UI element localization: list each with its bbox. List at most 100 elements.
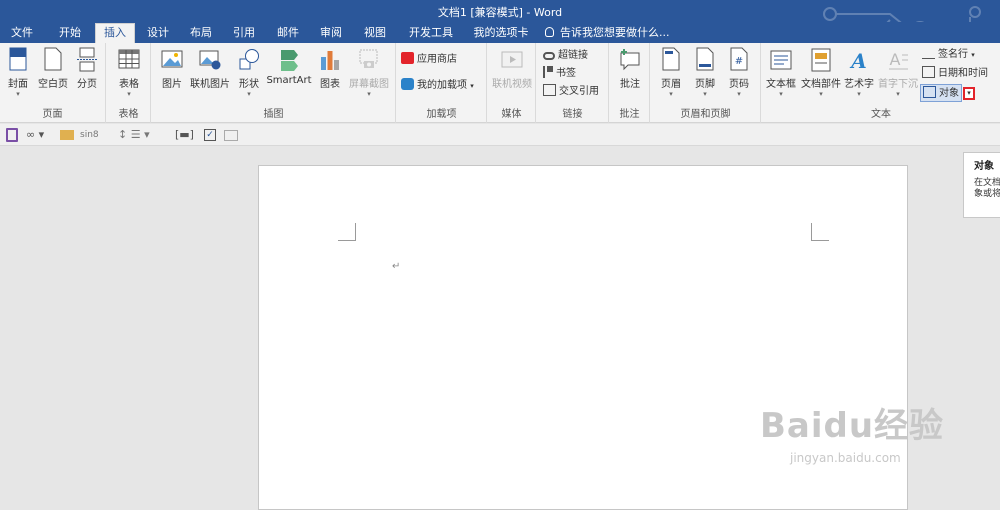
object-dropdown-button[interactable]: ▾ — [963, 87, 975, 100]
flag-icon — [543, 66, 553, 78]
online-picture-icon — [199, 50, 221, 70]
group-tables: 表格 ▾ 表格 — [107, 43, 151, 123]
group-links-label: 链接 — [562, 109, 583, 120]
tab-my-tab[interactable]: 我的选项卡 — [468, 24, 534, 43]
tab-references[interactable]: 引用 — [226, 24, 262, 43]
store-icon — [401, 52, 414, 64]
textbox-button[interactable]: 文本框 ▾ — [764, 47, 798, 103]
tooltip-body: 在文档中插入对象或将文本。 — [974, 178, 1000, 199]
title-bar: 文档1 [兼容模式] - Word — [0, 0, 1000, 41]
table-icon — [118, 49, 140, 69]
tab-design[interactable]: 设计 — [140, 24, 176, 43]
line-spacing-icon[interactable]: ↕ ☰ ▾ — [118, 128, 150, 142]
watermark-main: Baidu经验 — [760, 406, 945, 446]
watermark-sub: jingyan.baidu.com — [790, 451, 901, 465]
online-picture-button[interactable]: 联机图片 — [188, 47, 232, 103]
smartart-button[interactable]: SmartArt — [266, 47, 312, 103]
screenshot-label: 屏幕截图 — [349, 79, 389, 90]
page-break-button[interactable]: 分页 — [72, 47, 102, 103]
drop-cap-label: 首字下沉 — [878, 79, 918, 90]
group-text: 文本框 ▾ 文档部件 ▾ A 艺术字 ▾ A 首字下沉 ▾ 签名行 ▾ 日期和时间 对象… — [762, 43, 1000, 123]
cover-page-button[interactable]: 封面 ▾ — [4, 47, 32, 103]
group-addins: 应用商店 我的加载项 ▾ 加载项 — [397, 43, 487, 123]
tab-insert[interactable]: 插入 — [95, 23, 135, 43]
tab-developer[interactable]: 开发工具 — [402, 24, 460, 43]
my-addins-label: 我的加载项 — [417, 80, 467, 91]
signature-icon — [922, 47, 935, 59]
quick-parts-button[interactable]: 文档部件 ▾ — [800, 47, 842, 103]
page-number-button[interactable]: # 页码 ▾ — [723, 47, 755, 103]
date-time-button[interactable]: 日期和时间 — [922, 65, 988, 83]
header-button[interactable]: 页眉 ▾ — [655, 47, 687, 103]
smartart-icon — [281, 50, 298, 71]
page-break-label: 分页 — [77, 79, 97, 90]
cover-page-icon — [9, 47, 27, 71]
group-header-footer: 页眉 ▾ 页脚 ▾ # 页码 ▾ 页眉和页脚 — [651, 43, 761, 123]
wordart-button[interactable]: A 艺术字 ▾ — [842, 47, 876, 103]
online-video-button[interactable]: 联机视频 — [490, 47, 534, 103]
comment-label: 批注 — [620, 79, 640, 90]
svg-text:#: # — [735, 56, 743, 67]
drop-cap-icon: A — [889, 50, 908, 70]
chart-button[interactable]: 图表 — [314, 47, 346, 103]
textbox-label: 文本框 — [766, 79, 796, 90]
table-label: 表格 — [119, 79, 139, 90]
tab-review[interactable]: 审阅 — [313, 24, 349, 43]
shapes-label: 形状 — [239, 79, 259, 90]
online-video-label: 联机视频 — [492, 79, 532, 90]
crop-mark-left — [338, 223, 356, 241]
object-tooltip: 对象 在文档中插入对象或将文本。 — [963, 152, 1000, 218]
shapes-button[interactable]: 形状 ▾ — [234, 47, 264, 103]
date-time-label: 日期和时间 — [938, 68, 988, 79]
signature-line-button[interactable]: 签名行 ▾ — [922, 46, 975, 64]
blank-page-label: 空白页 — [38, 79, 68, 90]
store-label: 应用商店 — [417, 54, 457, 65]
comment-button[interactable]: 批注 — [614, 47, 646, 103]
group-illustrations-label: 插图 — [263, 109, 284, 120]
wordart-icon: A — [849, 49, 867, 73]
tab-home[interactable]: 开始 — [50, 24, 90, 43]
group-links: 超链接 书签 交叉引用 链接 — [537, 43, 609, 123]
bookmark-button[interactable]: 书签 — [543, 65, 576, 83]
footer-icon — [696, 47, 714, 71]
textbox-icon — [770, 50, 792, 70]
group-illustrations: 图片 联机图片 形状 ▾ SmartArt 图表 屏幕截图 ▾ 插图 — [152, 43, 396, 123]
puzzle-icon — [401, 78, 414, 90]
smartart-label: SmartArt — [266, 75, 312, 86]
my-addins-button[interactable]: 我的加载项 ▾ — [401, 77, 474, 95]
tell-me-search[interactable]: 告诉我您想要做什么... — [545, 25, 670, 41]
hyperlink-button[interactable]: 超链接 — [543, 47, 588, 65]
tab-view[interactable]: 视图 — [357, 24, 393, 43]
tab-mailings[interactable]: 邮件 — [270, 24, 306, 43]
hyperlink-label: 超链接 — [558, 50, 588, 61]
checkbox-icon[interactable]: ✓ — [204, 129, 216, 141]
group-comments-label: 批注 — [619, 109, 640, 120]
brackets-icon[interactable]: [▬] — [175, 128, 194, 142]
image-icon[interactable] — [224, 130, 238, 141]
quick-parts-label: 文档部件 — [801, 79, 841, 90]
link-icon — [543, 52, 555, 60]
blank-page-button[interactable]: 空白页 — [36, 47, 70, 103]
cross-reference-button[interactable]: 交叉引用 — [543, 83, 599, 101]
save-icon[interactable] — [6, 128, 18, 142]
page-number-label: 页码 — [729, 79, 749, 90]
page-break-icon — [77, 47, 97, 72]
font-size-field[interactable]: sin8 — [80, 128, 99, 142]
drop-cap-button[interactable]: A 首字下沉 ▾ — [876, 47, 920, 103]
picture-label: 图片 — [162, 79, 182, 90]
object-button[interactable]: 对象 — [920, 84, 962, 102]
paragraph-mark: ↵ — [392, 261, 401, 272]
tab-layout[interactable]: 布局 — [183, 24, 219, 43]
glasses-icon[interactable]: ∞ ▾ — [26, 128, 44, 142]
group-pages: 封面 ▾ 空白页 分页 页面 — [0, 43, 106, 123]
footer-button[interactable]: 页脚 ▾ — [689, 47, 721, 103]
tooltip-title: 对象 — [974, 161, 994, 172]
ribbon-insert: 封面 ▾ 空白页 分页 页面 表格 ▾ 表格 图片 联机图片 形状 ▾ Smar… — [0, 43, 1000, 123]
folder-icon[interactable] — [60, 130, 74, 140]
store-button[interactable]: 应用商店 — [401, 51, 457, 69]
tab-file[interactable]: 文件 — [4, 24, 40, 43]
screenshot-button[interactable]: 屏幕截图 ▾ — [346, 47, 392, 103]
picture-button[interactable]: 图片 — [156, 47, 188, 103]
signature-line-label: 签名行 — [938, 49, 968, 60]
table-button[interactable]: 表格 ▾ — [113, 47, 145, 103]
